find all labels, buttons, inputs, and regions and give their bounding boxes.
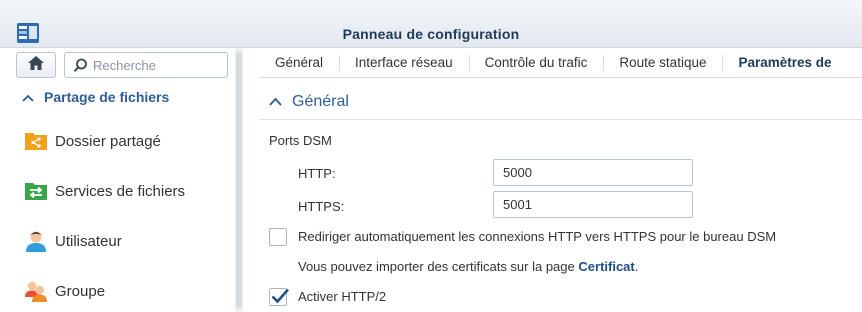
https-label: HTTPS: — [298, 199, 345, 214]
shared-folder-icon — [24, 129, 48, 153]
sidebar-scrollbar-thumb[interactable] — [236, 52, 242, 308]
tab-dsm-settings[interactable]: Paramètres de — [722, 48, 847, 77]
sidebar-item-label: Utilisateur — [55, 232, 122, 250]
certificate-info-period: . — [634, 259, 639, 274]
tab-traffic-control[interactable]: Contrôle du trafic — [468, 48, 604, 77]
search-input[interactable] — [93, 55, 223, 75]
title-bar: Panneau de configuration — [0, 0, 862, 48]
sidebar-item-label: Services de fichiers — [55, 182, 186, 200]
certificate-link[interactable]: Certificat — [578, 259, 634, 274]
section-divider — [259, 119, 862, 120]
http2-label: Activer HTTP/2 — [298, 289, 387, 304]
chevron-up-icon — [22, 89, 34, 105]
certificate-info-text: Vous pouvez importer des certificats sur… — [298, 259, 575, 274]
https-port-field[interactable] — [493, 191, 693, 218]
sidebar-section-file-sharing[interactable]: Partage de fichiers — [0, 84, 235, 110]
sidebar: Partage de fichiers Dossier partagé Serv… — [0, 48, 243, 312]
section-title: Général — [292, 93, 349, 110]
redirect-https-checkbox[interactable] — [269, 228, 287, 246]
home-button[interactable] — [16, 52, 56, 78]
search-box[interactable] — [64, 52, 228, 78]
section-general-header[interactable]: Général — [269, 93, 349, 111]
sidebar-item-shared-folder[interactable]: Dossier partagé — [0, 116, 235, 166]
certificate-info: Vous pouvez importer des certificats sur… — [298, 259, 638, 274]
http2-checkbox[interactable] — [269, 288, 289, 306]
tab-general[interactable]: Général — [259, 48, 339, 77]
group-icon — [24, 279, 48, 303]
user-icon — [24, 229, 48, 253]
sidebar-item-user[interactable]: Utilisateur — [0, 216, 235, 266]
sidebar-scrollbar[interactable] — [235, 48, 243, 312]
home-icon — [27, 55, 45, 76]
file-services-icon — [24, 179, 48, 203]
search-icon — [73, 58, 88, 78]
chevron-up-icon — [269, 93, 282, 111]
sidebar-item-file-services[interactable]: Services de fichiers — [0, 166, 235, 216]
sidebar-item-label: Groupe — [55, 282, 106, 300]
http-port-field[interactable] — [493, 159, 693, 186]
window-title: Panneau de configuration — [342, 26, 520, 42]
sidebar-item-label: Dossier partagé — [55, 132, 161, 150]
tab-static-route[interactable]: Route statique — [603, 48, 722, 77]
tab-network-interface[interactable]: Interface réseau — [339, 48, 469, 77]
ports-label: Ports DSM — [269, 133, 332, 148]
sidebar-section-label: Partage de fichiers — [44, 89, 170, 105]
redirect-https-label: Rediriger automatiquement les connexions… — [298, 229, 777, 244]
http-label: HTTP: — [298, 166, 336, 181]
main-panel: Général Interface réseau Contrôle du tra… — [243, 48, 862, 312]
sidebar-item-group[interactable]: Groupe — [0, 266, 235, 312]
tab-bar: Général Interface réseau Contrôle du tra… — [259, 48, 862, 78]
